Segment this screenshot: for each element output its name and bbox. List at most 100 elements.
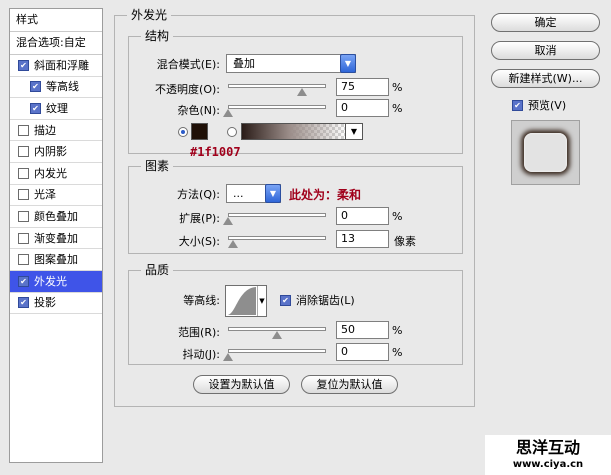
technique-select[interactable]: ... ▼ — [226, 184, 281, 203]
style-item[interactable]: 外发光 — [10, 270, 102, 293]
blend-mode-select[interactable]: 叠加 ▼ — [226, 54, 356, 73]
styles-list-panel: 样式 混合选项:自定 斜面和浮雕等高线纹理描边内阴影内发光光泽颜色叠加渐变叠加图… — [9, 8, 103, 463]
opacity-slider-track[interactable] — [228, 84, 326, 88]
noise-label: 杂色(N): — [177, 104, 220, 117]
style-item[interactable]: 投影 — [10, 293, 102, 315]
cancel-button[interactable]: 取消 — [491, 41, 600, 60]
style-item-label: 颜色叠加 — [34, 209, 78, 223]
ok-button[interactable]: 确定 — [491, 13, 600, 32]
technique-dropdown-icon[interactable]: ▼ — [265, 184, 281, 203]
watermark: 思洋互动 www.ciya.cn — [485, 435, 611, 475]
style-item-label: 图案叠加 — [34, 253, 78, 267]
style-item[interactable]: 渐变叠加 — [10, 228, 102, 250]
new-style-button[interactable]: 新建样式(W)... — [491, 69, 600, 88]
style-item-label: 投影 — [34, 296, 56, 310]
range-input[interactable]: 50 — [336, 321, 389, 339]
style-item-checkbox[interactable] — [18, 210, 29, 222]
style-item[interactable]: 光泽 — [10, 185, 102, 207]
noise-percent: % — [392, 102, 403, 115]
style-item-checkbox[interactable] — [18, 59, 29, 71]
style-item-checkbox[interactable] — [18, 189, 29, 201]
make-default-button[interactable]: 设置为默认值 — [193, 375, 290, 394]
style-item[interactable]: 描边 — [10, 120, 102, 142]
technique-label: 方法(Q): — [177, 188, 220, 201]
gradient-picker[interactable]: ▼ — [241, 123, 363, 140]
opacity-slider-thumb[interactable] — [296, 88, 307, 96]
antialias-check-icon[interactable] — [280, 294, 291, 306]
style-item-label: 光泽 — [34, 188, 56, 202]
jitter-percent: % — [392, 346, 403, 359]
spread-input[interactable]: 0 — [336, 207, 389, 225]
gradient-dropdown-icon[interactable]: ▼ — [345, 124, 362, 139]
gradient-radio[interactable] — [227, 127, 237, 137]
jitter-slider-thumb[interactable] — [223, 353, 233, 361]
style-item[interactable]: 斜面和浮雕 — [10, 55, 102, 77]
style-item-label: 渐变叠加 — [34, 231, 78, 245]
contour-label: 等高线: — [183, 294, 220, 307]
size-slider-thumb[interactable] — [227, 240, 238, 248]
style-item-label: 纹理 — [46, 101, 68, 115]
reset-default-button[interactable]: 复位为默认值 — [301, 375, 398, 394]
noise-slider-track[interactable] — [228, 105, 326, 109]
style-item-label: 描边 — [34, 123, 56, 137]
styles-title[interactable]: 样式 — [10, 9, 102, 32]
preview-check-icon[interactable] — [512, 99, 523, 111]
technique-annotation: 此处为：柔和 — [289, 188, 362, 202]
style-items-list: 斜面和浮雕等高线纹理描边内阴影内发光光泽颜色叠加渐变叠加图案叠加外发光投影 — [10, 55, 102, 315]
style-item-checkbox[interactable] — [30, 102, 41, 114]
elements-title: 图素 — [141, 159, 174, 173]
style-item-checkbox[interactable] — [18, 146, 29, 158]
size-input[interactable]: 13 — [336, 230, 389, 248]
range-slider-thumb[interactable] — [272, 331, 282, 339]
watermark-url: www.ciya.cn — [512, 459, 584, 470]
style-item-checkbox[interactable] — [18, 232, 29, 244]
style-item[interactable]: 纹理 — [10, 98, 102, 120]
style-item-checkbox[interactable] — [18, 167, 29, 179]
spread-slider-thumb[interactable] — [223, 217, 233, 225]
style-item[interactable]: 内阴影 — [10, 141, 102, 163]
quality-title: 品质 — [141, 263, 174, 277]
blend-mode-value: 叠加 — [233, 57, 255, 70]
preview-shape — [524, 133, 567, 172]
outer-glow-title: 外发光 — [127, 8, 172, 22]
style-item-label: 等高线 — [46, 80, 79, 94]
opacity-input[interactable]: 75 — [336, 78, 389, 96]
style-item-checkbox[interactable] — [18, 275, 29, 287]
spread-percent: % — [392, 210, 403, 223]
spread-slider-track[interactable] — [228, 213, 326, 217]
spread-label: 扩展(P): — [179, 212, 220, 225]
preview-checkbox[interactable]: 预览(V) — [512, 97, 566, 113]
style-item-checkbox[interactable] — [30, 81, 41, 93]
antialias-checkbox[interactable]: 消除锯齿(L) — [280, 292, 355, 308]
blending-options-item[interactable]: 混合选项:自定 — [10, 32, 102, 55]
style-item[interactable]: 图案叠加 — [10, 249, 102, 271]
style-item-checkbox[interactable] — [18, 124, 29, 136]
style-item[interactable]: 内发光 — [10, 163, 102, 185]
gradient-preview — [242, 124, 346, 139]
style-item[interactable]: 颜色叠加 — [10, 206, 102, 228]
color-annotation: #1f1007 — [190, 145, 241, 159]
blend-mode-dropdown-icon[interactable]: ▼ — [340, 54, 356, 73]
glow-color-swatch[interactable] — [191, 123, 208, 140]
style-preview-thumbnail — [511, 120, 580, 185]
preview-label: 预览(V) — [528, 99, 567, 112]
style-item-checkbox[interactable] — [18, 254, 29, 266]
watermark-title: 思洋互动 — [515, 438, 580, 457]
range-percent: % — [392, 324, 403, 337]
range-label: 范围(R): — [178, 326, 220, 339]
solid-color-radio[interactable] — [178, 127, 188, 137]
structure-title: 结构 — [141, 29, 174, 43]
size-slider-track[interactable] — [228, 236, 326, 240]
contour-dropdown-icon[interactable]: ▼ — [257, 286, 266, 316]
style-item-checkbox[interactable] — [18, 297, 29, 309]
style-item-label: 内阴影 — [34, 145, 67, 159]
style-item-label: 外发光 — [34, 274, 67, 288]
size-label: 大小(S): — [178, 235, 220, 248]
noise-input[interactable]: 0 — [336, 99, 389, 117]
technique-value: ... — [233, 187, 244, 200]
style-item[interactable]: 等高线 — [10, 77, 102, 99]
noise-slider-thumb[interactable] — [223, 109, 233, 117]
contour-picker[interactable]: ▼ — [225, 285, 267, 317]
jitter-input[interactable]: 0 — [336, 343, 389, 361]
jitter-slider-track[interactable] — [228, 349, 326, 353]
